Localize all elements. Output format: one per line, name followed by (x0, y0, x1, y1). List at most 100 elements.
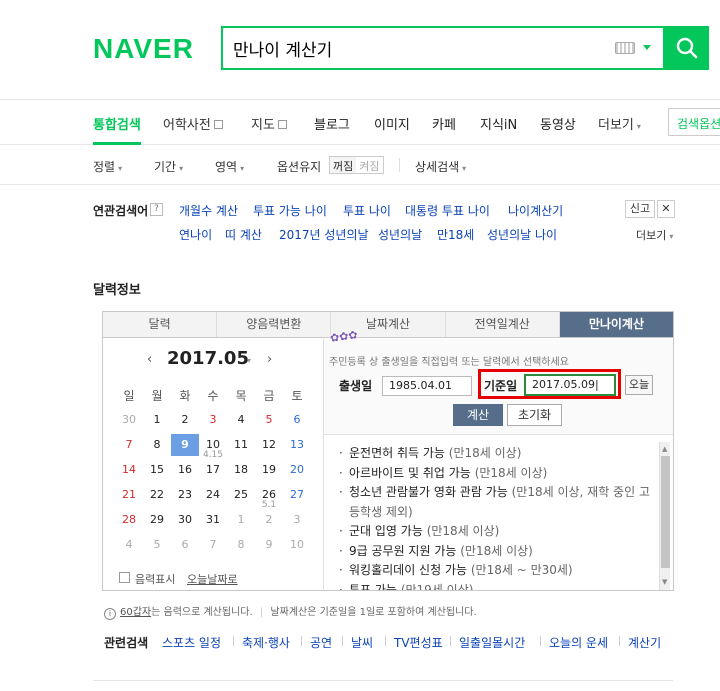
tab-image[interactable]: 이미지 (374, 114, 410, 133)
today-date-link[interactable]: 오늘날짜로 (187, 571, 238, 587)
calendar-day[interactable]: 30 (171, 513, 199, 526)
calendar-day[interactable]: 3 (199, 413, 227, 426)
tab-dictionary[interactable]: 어학사전 (163, 114, 223, 133)
more-button[interactable]: 더보기 ▾ (636, 227, 673, 243)
related-search-link[interactable]: 스포츠 일정 (162, 634, 221, 651)
calendar-day[interactable]: 5 (255, 413, 283, 426)
chevron-left-icon[interactable]: ‹ (147, 352, 152, 367)
chevron-right-icon[interactable]: › (267, 352, 272, 367)
calendar-day[interactable]: 5 (143, 538, 171, 551)
tab-video[interactable]: 동영상 (540, 114, 576, 133)
filter-detail[interactable]: 상세검색 ▾ (415, 158, 466, 175)
tab-discharge-calc[interactable]: 전역일계산 (446, 312, 560, 337)
related-link[interactable]: 투표 가능 나이 (253, 202, 327, 219)
related-link[interactable]: 연나이 (179, 226, 212, 243)
calendar-day[interactable]: 6 (283, 413, 311, 426)
scroll-down-icon[interactable]: ▼ (662, 578, 667, 586)
related-link[interactable]: 성년의날 (378, 226, 422, 243)
calendar-day[interactable]: 15 (143, 463, 171, 476)
birth-date-input[interactable]: 1985.04.01 (382, 376, 472, 396)
calendar-day[interactable]: 8 (227, 538, 255, 551)
calendar-day[interactable]: 27 (283, 488, 311, 501)
chevron-down-icon[interactable]: ▾ (247, 356, 251, 365)
scroll-thumb[interactable] (661, 456, 670, 568)
calendar-day[interactable]: 11 (227, 438, 255, 451)
related-link[interactable]: 만18세 (437, 226, 474, 243)
calendar-day[interactable]: 1 (143, 413, 171, 426)
search-button[interactable] (665, 26, 709, 70)
calendar-day[interactable]: 8 (143, 438, 171, 451)
calendar-day[interactable]: 16 (171, 463, 199, 476)
close-icon[interactable]: ✕ (657, 200, 675, 218)
calendar-day[interactable]: 14 (115, 463, 143, 476)
calendar-day[interactable]: 6 (171, 538, 199, 551)
related-search-link[interactable]: TV편성표 (394, 634, 443, 651)
tab-integrated[interactable]: 통합검색 (93, 114, 141, 133)
related-link[interactable]: 성년의날 나이 (487, 226, 557, 243)
results-scrollbar[interactable]: ▲ ▼ (659, 442, 670, 590)
related-search-link[interactable]: 공연 (310, 634, 332, 651)
related-link[interactable]: 대통령 투표 나이 (405, 202, 490, 219)
related-link[interactable]: 투표 나이 (343, 202, 391, 219)
calendar-day[interactable]: 17 (199, 463, 227, 476)
filter-period[interactable]: 기간 ▾ (154, 158, 183, 175)
tab-kin[interactable]: 지식iN (480, 114, 517, 133)
calendar-day[interactable]: 20 (283, 463, 311, 476)
help-icon[interactable]: ? (150, 203, 163, 216)
filter-area[interactable]: 영역 ▾ (215, 158, 244, 175)
related-search-link[interactable]: 계산기 (628, 634, 661, 651)
base-date-input[interactable]: 2017.05.09| (524, 374, 616, 396)
calendar-day[interactable]: 23 (171, 488, 199, 501)
related-link[interactable]: 띠 계산 (225, 226, 262, 243)
calendar-day[interactable]: 19 (255, 463, 283, 476)
calendar-day[interactable]: 1 (227, 513, 255, 526)
tab-age-calc[interactable]: 만나이계산 (559, 312, 674, 337)
related-search-link[interactable]: 축제·행사 (242, 634, 290, 651)
scroll-up-icon[interactable]: ▲ (662, 445, 667, 453)
calendar-day[interactable]: 13 (283, 438, 311, 451)
calendar-day[interactable]: 4 (227, 413, 255, 426)
calendar-day[interactable]: 31 (199, 513, 227, 526)
naver-logo[interactable]: NAVER (93, 33, 194, 65)
calendar-day[interactable]: 2 (171, 413, 199, 426)
reset-button[interactable]: 초기화 (507, 404, 562, 426)
calendar-day[interactable]: 24 (199, 488, 227, 501)
report-button[interactable]: 신고 (625, 200, 655, 218)
tab-calendar[interactable]: 달력 (103, 312, 218, 337)
calendar-day[interactable]: 21 (115, 488, 143, 501)
calculate-button[interactable]: 계산 (453, 404, 503, 426)
chevron-down-icon[interactable] (643, 45, 651, 50)
results-list[interactable]: 운전면허 취득 가능 (만18세 이상)아르바이트 및 취업 가능 (만18세 … (339, 444, 657, 590)
calendar-day[interactable]: 4 (115, 538, 143, 551)
calendar-day[interactable]: 22 (143, 488, 171, 501)
calendar-day[interactable]: 12 (255, 438, 283, 451)
calendar-day[interactable]: 28 (115, 513, 143, 526)
keyboard-icon[interactable] (615, 42, 635, 54)
tab-more[interactable]: 더보기 ▾ (598, 114, 641, 133)
related-search-link[interactable]: 날씨 (351, 634, 373, 651)
calendar-day[interactable]: 7 (199, 538, 227, 551)
calendar-day[interactable]: 2 (255, 513, 283, 526)
related-link[interactable]: 개월수 계산 (179, 202, 238, 219)
today-button[interactable]: 오늘 (625, 375, 653, 395)
sexagenary-link[interactable]: 60갑자 (120, 607, 151, 618)
tab-map[interactable]: 지도 (251, 114, 287, 133)
calendar-day[interactable]: 7 (115, 438, 143, 451)
toggle-off-option[interactable]: 꺼짐 (330, 157, 357, 173)
filter-sort[interactable]: 정렬 ▾ (93, 158, 122, 175)
month-label[interactable]: 2017.05 (167, 348, 249, 369)
calendar-day[interactable]: 9 (171, 434, 199, 456)
search-box[interactable]: 만나이 계산기 (221, 26, 665, 70)
tab-cafe[interactable]: 카페 (432, 114, 456, 133)
calendar-day[interactable]: 3 (283, 513, 311, 526)
search-options-button[interactable]: 검색옵션 (668, 108, 720, 136)
toggle-on-option[interactable]: 켜짐 (356, 157, 382, 173)
calendar-day[interactable]: 18 (227, 463, 255, 476)
search-input[interactable]: 만나이 계산기 (233, 36, 332, 61)
calendar-day[interactable]: 10 (283, 538, 311, 551)
related-link[interactable]: 나이계산기 (508, 202, 563, 219)
tab-lunar-convert[interactable]: 양음력변환 (217, 312, 332, 337)
calendar-day[interactable]: 29 (143, 513, 171, 526)
tab-blog[interactable]: 블로그 (314, 114, 350, 133)
related-link[interactable]: 2017년 성년의날 (279, 226, 369, 243)
